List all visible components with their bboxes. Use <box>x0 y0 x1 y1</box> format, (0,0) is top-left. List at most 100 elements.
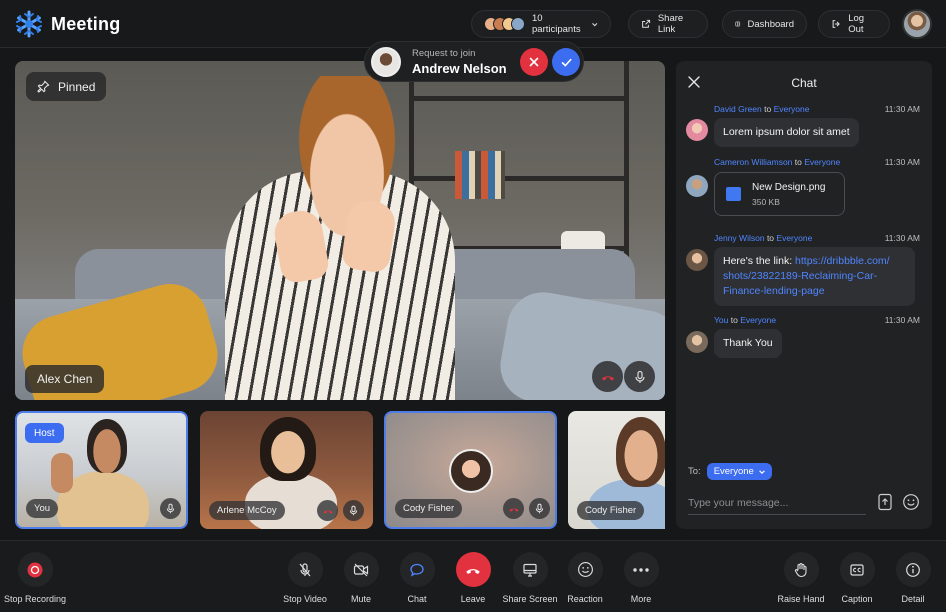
emoji-icon[interactable] <box>902 493 920 511</box>
snowflake-logo-icon <box>14 9 44 39</box>
message-bubble: Thank You <box>714 329 782 358</box>
message-text: Here's the link: <box>723 255 796 267</box>
avatar <box>686 249 708 271</box>
more-button[interactable]: More <box>606 552 676 604</box>
message-recipient[interactable]: Everyone <box>774 104 810 114</box>
mic-button[interactable] <box>160 498 181 519</box>
recipient-value: Everyone <box>713 466 754 477</box>
message-time: 11:30 AM <box>884 315 920 325</box>
requester-name: Andrew Nelson <box>412 61 507 76</box>
stop-recording-label: Stop Recording <box>3 594 67 604</box>
requester-avatar <box>371 47 401 77</box>
microphone-icon <box>634 370 645 383</box>
message-recipient[interactable]: Everyone <box>740 315 776 325</box>
microphone-off-icon <box>287 552 323 587</box>
participant-head <box>616 417 665 487</box>
close-icon <box>529 57 539 67</box>
participant-tile[interactable]: Host You <box>15 411 188 529</box>
hang-up-user-button[interactable] <box>317 500 338 521</box>
mic-button[interactable] <box>624 361 655 392</box>
participant-name-tag: Cody Fisher <box>395 499 463 518</box>
chat-panel: Chat David Green to Everyone 11:30 AM Lo… <box>676 61 932 529</box>
participant-name-tag: You <box>26 499 59 518</box>
hang-up-user-button[interactable] <box>592 361 623 392</box>
speaker-name: Alex Chen <box>37 372 93 386</box>
participant-tile[interactable]: Cody Fisher <box>568 411 665 529</box>
chevron-down-icon <box>591 22 597 26</box>
message-sender[interactable]: You <box>714 315 728 325</box>
info-icon <box>895 552 931 587</box>
mute-label: Mute <box>350 594 371 604</box>
stop-recording-button[interactable]: Stop Recording <box>0 552 70 604</box>
pinned-label: Pinned <box>58 79 96 94</box>
message-input[interactable] <box>688 491 866 515</box>
join-request-banner: Request to join Andrew Nelson <box>364 41 584 82</box>
reject-request-button[interactable] <box>520 48 548 76</box>
attach-file-icon[interactable] <box>876 493 894 511</box>
avatar <box>686 331 708 353</box>
hang-up-user-button[interactable] <box>503 498 524 519</box>
mic-button[interactable] <box>529 498 550 519</box>
closed-caption-icon <box>839 552 875 587</box>
user-avatar[interactable] <box>902 9 932 39</box>
to-label: To: <box>688 466 701 477</box>
chat-label: Chat <box>407 594 427 604</box>
message-sender[interactable]: Cameron Williamson <box>714 157 792 167</box>
chat-bubble-icon <box>399 552 435 587</box>
participant-name-tag: Cody Fisher <box>577 501 645 520</box>
message-bubble: Here's the link: https://dribbble.com/ s… <box>714 247 915 306</box>
message-meta: Cameron Williamson to Everyone <box>714 157 840 167</box>
phone-hangup-icon <box>323 509 332 514</box>
participant-hand <box>51 453 73 493</box>
mic-button[interactable] <box>343 500 364 521</box>
host-badge: Host <box>25 423 64 443</box>
dashboard-icon <box>735 21 741 27</box>
bottom-toolbar: Stop Recording Stop Video Mute Chat Leav… <box>0 540 946 612</box>
message-sender[interactable]: David Green <box>714 104 762 114</box>
recipient-select[interactable]: Everyone <box>706 463 772 480</box>
check-icon <box>561 58 571 67</box>
accept-request-button[interactable] <box>552 48 580 76</box>
file-size: 350 KB <box>752 197 780 207</box>
participant-tile[interactable]: Cody Fisher <box>384 411 557 529</box>
chevron-down-icon <box>759 469 765 474</box>
microphone-icon <box>166 503 175 514</box>
share-icon <box>642 19 651 28</box>
app-logo[interactable]: Meeting <box>14 9 120 39</box>
app-title: Meeting <box>51 13 121 34</box>
message-recipient[interactable]: Everyone <box>776 233 812 243</box>
dashboard-button[interactable]: Dashboard <box>722 10 807 38</box>
message-sender[interactable]: Jenny Wilson <box>714 233 765 243</box>
pinned-badge[interactable]: Pinned <box>26 72 107 101</box>
message-link[interactable]: https://dribbble.com/ <box>795 255 890 267</box>
logout-button[interactable]: Log Out <box>818 10 890 38</box>
message-to: to <box>794 157 802 167</box>
dashboard-label: Dashboard <box>747 18 794 30</box>
logout-label: Log Out <box>848 13 865 35</box>
detail-button[interactable]: Detail <box>878 552 946 604</box>
stop-video-label: Stop Video <box>283 594 327 604</box>
file-attachment[interactable]: New Design.png 350 KB <box>714 172 845 216</box>
participant-tile[interactable]: Arlene McCoy <box>200 411 373 529</box>
participant-name-tag: Arlene McCoy <box>209 501 285 520</box>
logout-icon <box>832 20 840 28</box>
emoji-icon <box>567 552 603 587</box>
monitor-icon <box>512 552 548 587</box>
message-link[interactable]: shots/23822189-Reclaiming-Car- <box>723 270 877 282</box>
leave-label: Leave <box>460 594 486 604</box>
phone-hangup-icon <box>601 375 614 380</box>
avatar <box>686 119 708 141</box>
microphone-icon <box>349 505 358 516</box>
more-dots-icon <box>623 552 659 587</box>
message-recipient[interactable]: Everyone <box>804 157 840 167</box>
speaker-name-tag: Alex Chen <box>25 365 105 393</box>
participant-head <box>87 419 127 473</box>
message-link[interactable]: Finance-lending-page <box>723 285 825 297</box>
phone-hangup-icon <box>455 552 491 587</box>
message-meta: You to Everyone <box>714 315 776 325</box>
share-link-button[interactable]: Share Link <box>628 10 708 38</box>
avatar <box>686 175 708 197</box>
participants-button[interactable]: 10 participants <box>471 10 611 38</box>
message-to: to <box>730 315 738 325</box>
participant-avatar <box>449 449 493 493</box>
